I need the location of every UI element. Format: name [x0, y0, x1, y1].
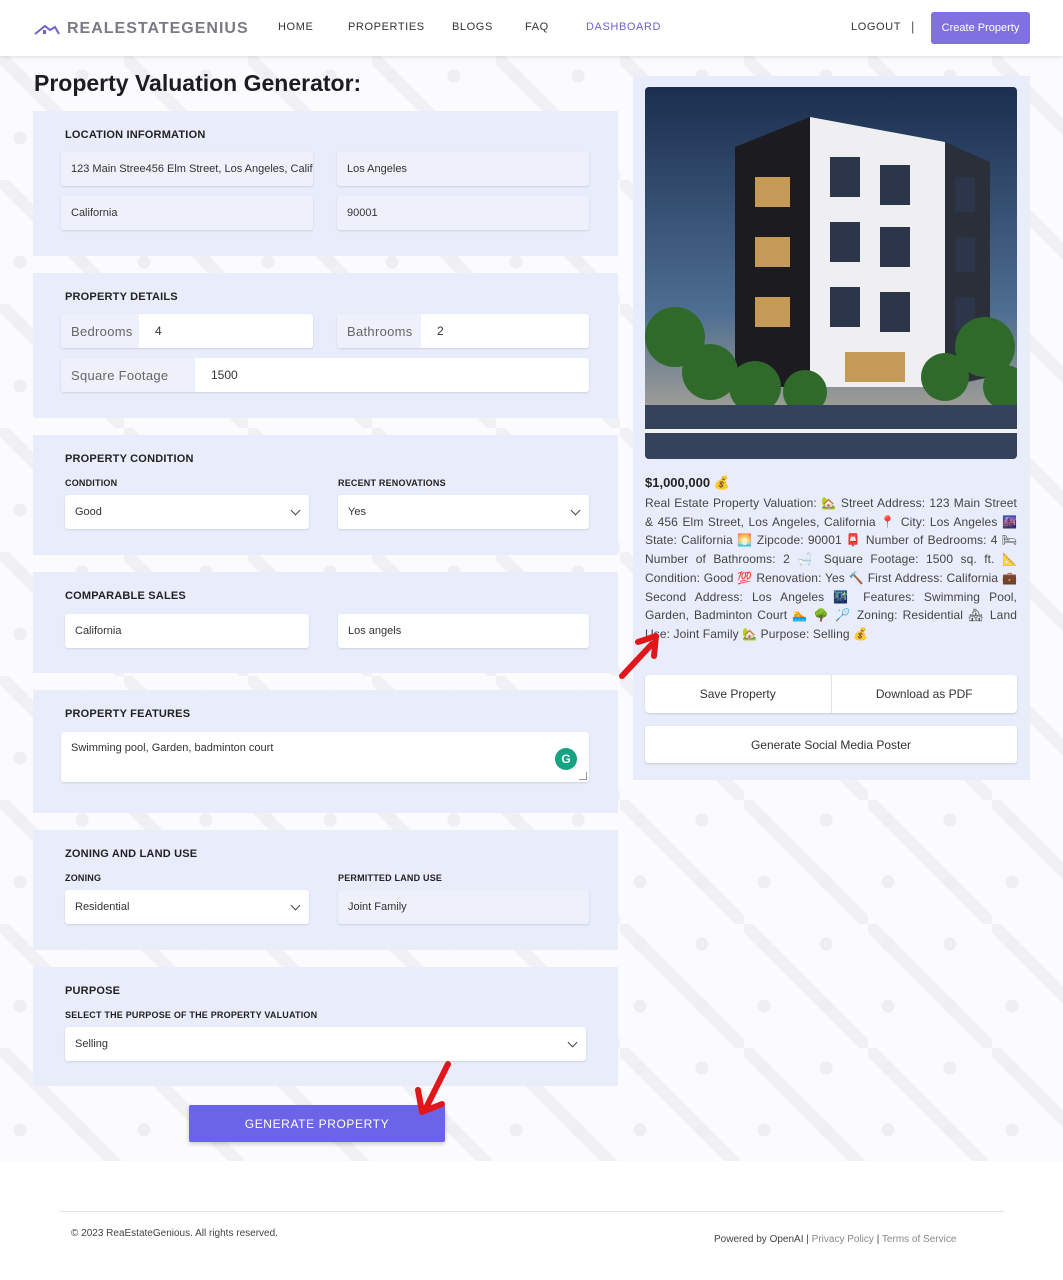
- location-panel: LOCATION INFORMATION 123 Main Stree456 E…: [33, 111, 618, 256]
- house-roof-icon: [34, 24, 60, 35]
- bedrooms-label: Bedrooms: [61, 314, 139, 348]
- nav-blogs[interactable]: BLOGS: [452, 21, 493, 33]
- purpose-heading: PURPOSE: [65, 985, 121, 997]
- condition-label: CONDITION: [65, 478, 118, 488]
- resize-handle[interactable]: [579, 772, 587, 780]
- nav-home[interactable]: HOME: [278, 21, 313, 33]
- location-heading: LOCATION INFORMATION: [65, 129, 206, 141]
- zoning-value: Residential: [75, 901, 130, 913]
- page-title: Property Valuation Generator:: [34, 70, 362, 96]
- renovations-select[interactable]: Yes: [338, 495, 589, 529]
- nav-faq[interactable]: FAQ: [525, 21, 549, 33]
- zipcode-input[interactable]: 90001: [337, 196, 589, 230]
- logout-link[interactable]: LOGOUT: [851, 21, 901, 33]
- condition-value: Good: [75, 506, 102, 518]
- social-poster-button[interactable]: Generate Social Media Poster: [645, 726, 1017, 763]
- purpose-select[interactable]: Selling: [65, 1027, 586, 1061]
- renovations-value: Yes: [348, 506, 366, 518]
- annotation-arrow-icon: [619, 633, 659, 679]
- nav-separator: |: [911, 19, 915, 34]
- footer-copyright: © 2023 ReaEstateGenious. All rights rese…: [71, 1228, 278, 1239]
- comparable-panel: COMPARABLE SALES California Los angels: [33, 572, 618, 673]
- renovations-label: RECENT RENOVATIONS: [338, 478, 446, 488]
- footer-separator: |: [806, 1234, 809, 1245]
- sqft-label: Square Footage: [61, 358, 195, 392]
- condition-heading: PROPERTY CONDITION: [65, 453, 194, 465]
- footer-divider: [59, 1211, 1004, 1212]
- valuation-description: Real Estate Property Valuation: 🏡 Street…: [645, 496, 1017, 641]
- zoning-heading: ZONING AND LAND USE: [65, 848, 198, 860]
- features-panel: PROPERTY FEATURES Swimming pool, Garden,…: [33, 690, 618, 813]
- result-card: $1,000,000 💰 Real Estate Property Valuat…: [633, 76, 1030, 780]
- city-input[interactable]: Los Angeles: [337, 152, 589, 186]
- zoning-panel: ZONING AND LAND USE ZONING PERMITTED LAN…: [33, 830, 618, 950]
- property-image: [645, 87, 1017, 459]
- footer-separator: |: [876, 1234, 880, 1245]
- condition-panel: PROPERTY CONDITION CONDITION RECENT RENO…: [33, 435, 618, 555]
- building-illustration: [645, 87, 1017, 459]
- sqft-value[interactable]: 1500: [195, 358, 238, 392]
- powered-by-text: Powered by OpenAI: [714, 1234, 804, 1245]
- chevron-down-icon: [567, 1037, 578, 1048]
- sqft-field[interactable]: Square Footage 1500: [61, 358, 589, 392]
- bedrooms-value[interactable]: 4: [139, 314, 162, 348]
- nav-properties[interactable]: PROPERTIES: [348, 21, 425, 33]
- purpose-panel: PURPOSE SELECT THE PURPOSE OF THE PROPER…: [33, 967, 618, 1086]
- generate-property-button[interactable]: GENERATE PROPERTY: [189, 1105, 445, 1142]
- bedrooms-field[interactable]: Bedrooms 4: [61, 314, 313, 348]
- land-use-label: PERMITTED LAND USE: [338, 873, 443, 883]
- annotation-arrow-icon: [415, 1061, 451, 1115]
- privacy-policy-link[interactable]: Privacy Policy: [812, 1234, 874, 1245]
- state-input[interactable]: California: [61, 196, 313, 230]
- download-pdf-button[interactable]: Download as PDF: [830, 675, 1018, 713]
- condition-select[interactable]: Good: [65, 495, 309, 529]
- details-panel: PROPERTY DETAILS Bedrooms 4 Bathrooms 2 …: [33, 273, 618, 418]
- features-value: Swimming pool, Garden, badminton court: [71, 742, 274, 754]
- result-actions: Save Property Download as PDF: [645, 675, 1017, 713]
- nav-dashboard[interactable]: DASHBOARD: [586, 21, 661, 33]
- comparable-heading: COMPARABLE SALES: [65, 590, 186, 602]
- chevron-down-icon: [290, 900, 301, 911]
- bathrooms-value[interactable]: 2: [421, 314, 444, 348]
- logo-text: REALESTATEGENIUS: [67, 20, 249, 37]
- terms-of-service-link[interactable]: Terms of Service: [882, 1234, 956, 1245]
- features-textarea[interactable]: Swimming pool, Garden, badminton court G: [61, 732, 589, 782]
- valuation-price: $1,000,000 💰: [645, 475, 730, 490]
- comparable-second-input[interactable]: Los angels: [338, 614, 589, 648]
- purpose-value: Selling: [75, 1038, 109, 1050]
- details-heading: PROPERTY DETAILS: [65, 291, 178, 303]
- grammarly-icon[interactable]: G: [555, 748, 577, 770]
- chevron-down-icon: [570, 505, 581, 516]
- features-heading: PROPERTY FEATURES: [65, 708, 191, 720]
- logo[interactable]: REALESTATEGENIUS: [34, 18, 249, 40]
- create-property-button[interactable]: Create Property: [931, 12, 1030, 44]
- save-property-button[interactable]: Save Property: [645, 675, 831, 713]
- chevron-down-icon: [290, 505, 301, 516]
- address-input[interactable]: 123 Main Stree456 Elm Street, Los Angele…: [61, 152, 313, 186]
- bathrooms-label: Bathrooms: [337, 314, 421, 348]
- purpose-label: SELECT THE PURPOSE OF THE PROPERTY VALUA…: [65, 1010, 318, 1020]
- bathrooms-field[interactable]: Bathrooms 2: [337, 314, 589, 348]
- footer-links: Powered by OpenAI | Privacy Policy | Ter…: [714, 1234, 956, 1245]
- zoning-label: ZONING: [65, 873, 102, 883]
- zoning-select[interactable]: Residential: [65, 890, 309, 924]
- land-use-input[interactable]: Joint Family: [338, 890, 589, 924]
- top-navbar: REALESTATEGENIUS HOME PROPERTIES BLOGS F…: [0, 0, 1063, 56]
- comparable-first-input[interactable]: California: [65, 614, 309, 648]
